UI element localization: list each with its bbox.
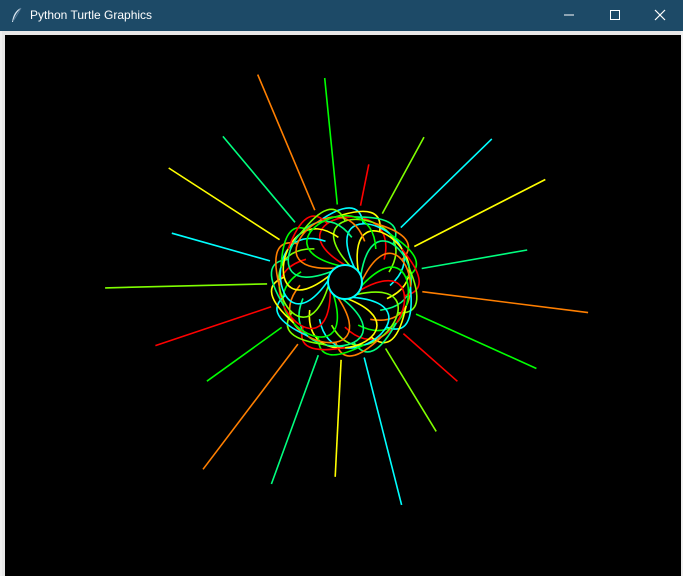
turtle-window: Python Turtle Graphics xyxy=(0,0,683,576)
title-bar[interactable]: Python Turtle Graphics xyxy=(0,0,683,31)
minimize-icon xyxy=(564,14,574,16)
petal-15 xyxy=(105,248,330,324)
window-title: Python Turtle Graphics xyxy=(30,8,153,22)
petal-16 xyxy=(171,232,329,307)
turtle-canvas[interactable] xyxy=(5,35,681,576)
window-client-area xyxy=(2,31,681,576)
center-ring xyxy=(327,264,363,300)
minimize-button[interactable] xyxy=(546,0,592,31)
petal-19 xyxy=(256,74,366,269)
close-icon xyxy=(654,9,666,21)
close-button[interactable] xyxy=(637,0,683,31)
maximize-button[interactable] xyxy=(592,0,638,31)
petal-7 xyxy=(344,279,458,382)
spirograph-drawing xyxy=(105,74,589,506)
feather-icon xyxy=(10,7,24,23)
petal-6 xyxy=(357,266,537,370)
maximize-icon xyxy=(610,10,620,20)
